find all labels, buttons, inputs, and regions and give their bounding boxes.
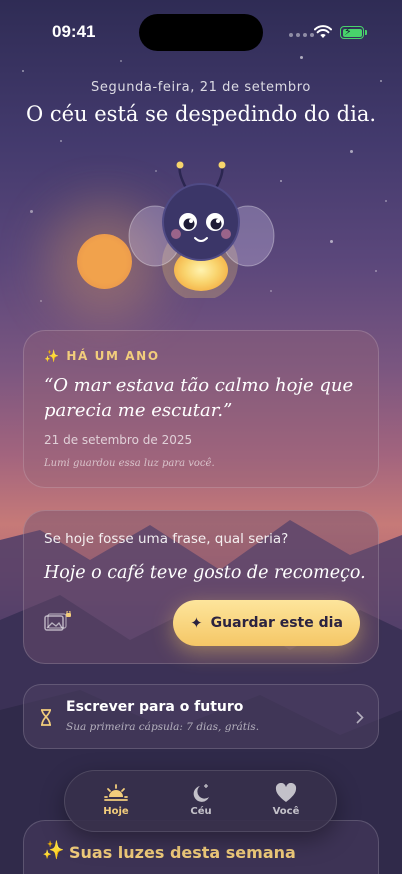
save-day-label: Guardar este dia [210, 615, 343, 631]
wifi-icon [314, 25, 332, 38]
memory-footnote: Lumi guardou essa luz para você. [44, 458, 215, 469]
entry-answer[interactable]: Hoje o café teve gosto de recomeço. [44, 563, 366, 583]
status-bar: 09:41 ⚡ [0, 0, 402, 60]
date-label: Segunda-feira, 21 de setembro [91, 80, 311, 95]
tab-label: Céu [190, 806, 212, 817]
tab-bar: Hoje Céu Você [64, 770, 337, 832]
tab-voce[interactable]: Você [251, 782, 321, 817]
future-subtitle: Sua primeira cápsula: 7 dias, grátis. [66, 721, 260, 733]
moon-stars-icon [193, 784, 209, 802]
tab-label: Você [272, 806, 300, 817]
sparkle-icon: ✦ [190, 614, 203, 632]
save-day-button[interactable]: ✦ Guardar este dia [173, 600, 360, 646]
future-title: Escrever para o futuro [66, 699, 244, 715]
memory-quote-line: “O mar estava tão calmo hoje que [44, 375, 354, 396]
page-title: O céu está se despedindo do dia. [25, 102, 377, 126]
dynamic-island [139, 14, 263, 51]
heart-icon [275, 782, 297, 802]
memory-quote-line: parecia me escutar.” [44, 400, 233, 421]
week-lights-title: Suas luzes desta semana [69, 843, 296, 862]
memory-date: 21 de setembro de 2025 [44, 433, 193, 447]
signal-icon [289, 33, 314, 37]
future-capsule-card[interactable]: Escrever para o futuro Sua primeira cáps… [23, 684, 379, 749]
status-time: 09:41 [52, 22, 96, 41]
hourglass-icon [41, 709, 51, 726]
tab-hoje[interactable]: Hoje [81, 783, 151, 817]
daily-entry-card: Se hoje fosse uma frase, qual seria? Hoj… [23, 510, 379, 664]
add-photo-locked-icon[interactable] [44, 611, 72, 633]
tab-label: Hoje [103, 806, 129, 817]
tab-ceu[interactable]: Céu [166, 783, 236, 817]
chevron-right-icon [356, 711, 364, 724]
memory-kicker-label: HÁ UM ANO [66, 349, 160, 363]
memory-kicker: ✨ HÁ UM ANO [44, 349, 160, 363]
sunrise-icon [104, 784, 128, 801]
sparkle-icon: ✨ [42, 840, 65, 861]
firefly-mascot[interactable] [120, 158, 280, 298]
entry-prompt: Se hoje fosse uma frase, qual seria? [44, 531, 289, 547]
charging-bolt-icon: ⚡ [344, 25, 352, 38]
memory-quote: “O mar estava tão calmo hoje que parecia… [44, 373, 364, 423]
sparkle-icon: ✨ [44, 349, 61, 363]
memory-card[interactable]: ✨ HÁ UM ANO “O mar estava tão calmo hoje… [23, 330, 379, 488]
